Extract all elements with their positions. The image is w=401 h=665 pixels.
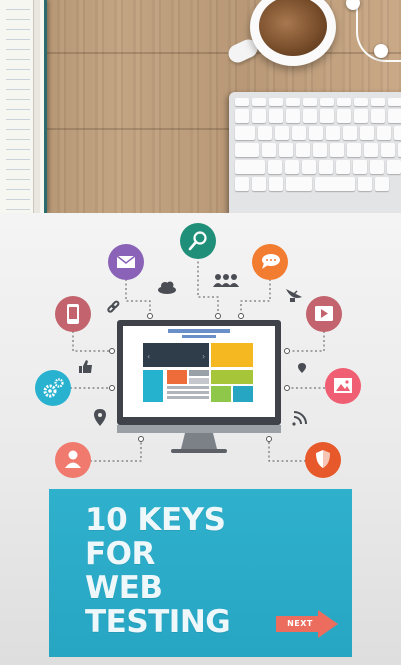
rss-feed-icon xyxy=(292,411,307,426)
user-icon xyxy=(55,442,91,478)
web-testing-infographic: ‹ › 10 KEYS FOR WEB TESTING NEXT xyxy=(0,213,401,665)
location-pin-icon xyxy=(94,409,106,426)
notebook-binding xyxy=(33,0,40,213)
monitor-icon: ‹ › xyxy=(117,320,281,453)
title-line-4: TESTING xyxy=(85,604,231,640)
gears-icon xyxy=(35,370,71,406)
title-line-1: 10 KEYS xyxy=(85,502,226,538)
shield-icon xyxy=(305,442,341,478)
title-card: 10 KEYS FOR WEB TESTING NEXT xyxy=(49,489,352,657)
link-icon xyxy=(107,300,120,313)
video-player-icon xyxy=(306,296,342,332)
earbud-right xyxy=(374,44,388,58)
mobile-phone-icon xyxy=(55,296,91,332)
thumbs-up-icon xyxy=(79,360,92,373)
keyboard xyxy=(229,92,401,213)
notebook-lines xyxy=(6,0,30,213)
envelope-icon xyxy=(108,244,144,280)
svg-text:‹: ‹ xyxy=(147,352,150,361)
next-button-label[interactable]: NEXT xyxy=(280,619,320,628)
svg-text:›: › xyxy=(202,352,205,361)
location-pin-icon xyxy=(298,363,306,373)
title-line-3: WEB xyxy=(85,570,163,606)
cloud-icon xyxy=(158,281,176,294)
image-icon xyxy=(325,368,361,404)
title-line-2: FOR xyxy=(85,536,155,572)
chat-bubble-icon xyxy=(252,244,288,280)
coffee xyxy=(259,0,327,56)
wood-seam xyxy=(0,52,401,54)
header-photo-desk xyxy=(0,0,401,213)
magnifier-icon xyxy=(180,223,216,259)
users-icon xyxy=(213,274,239,287)
notebook xyxy=(0,0,47,213)
satellite-dish-icon xyxy=(286,289,302,302)
